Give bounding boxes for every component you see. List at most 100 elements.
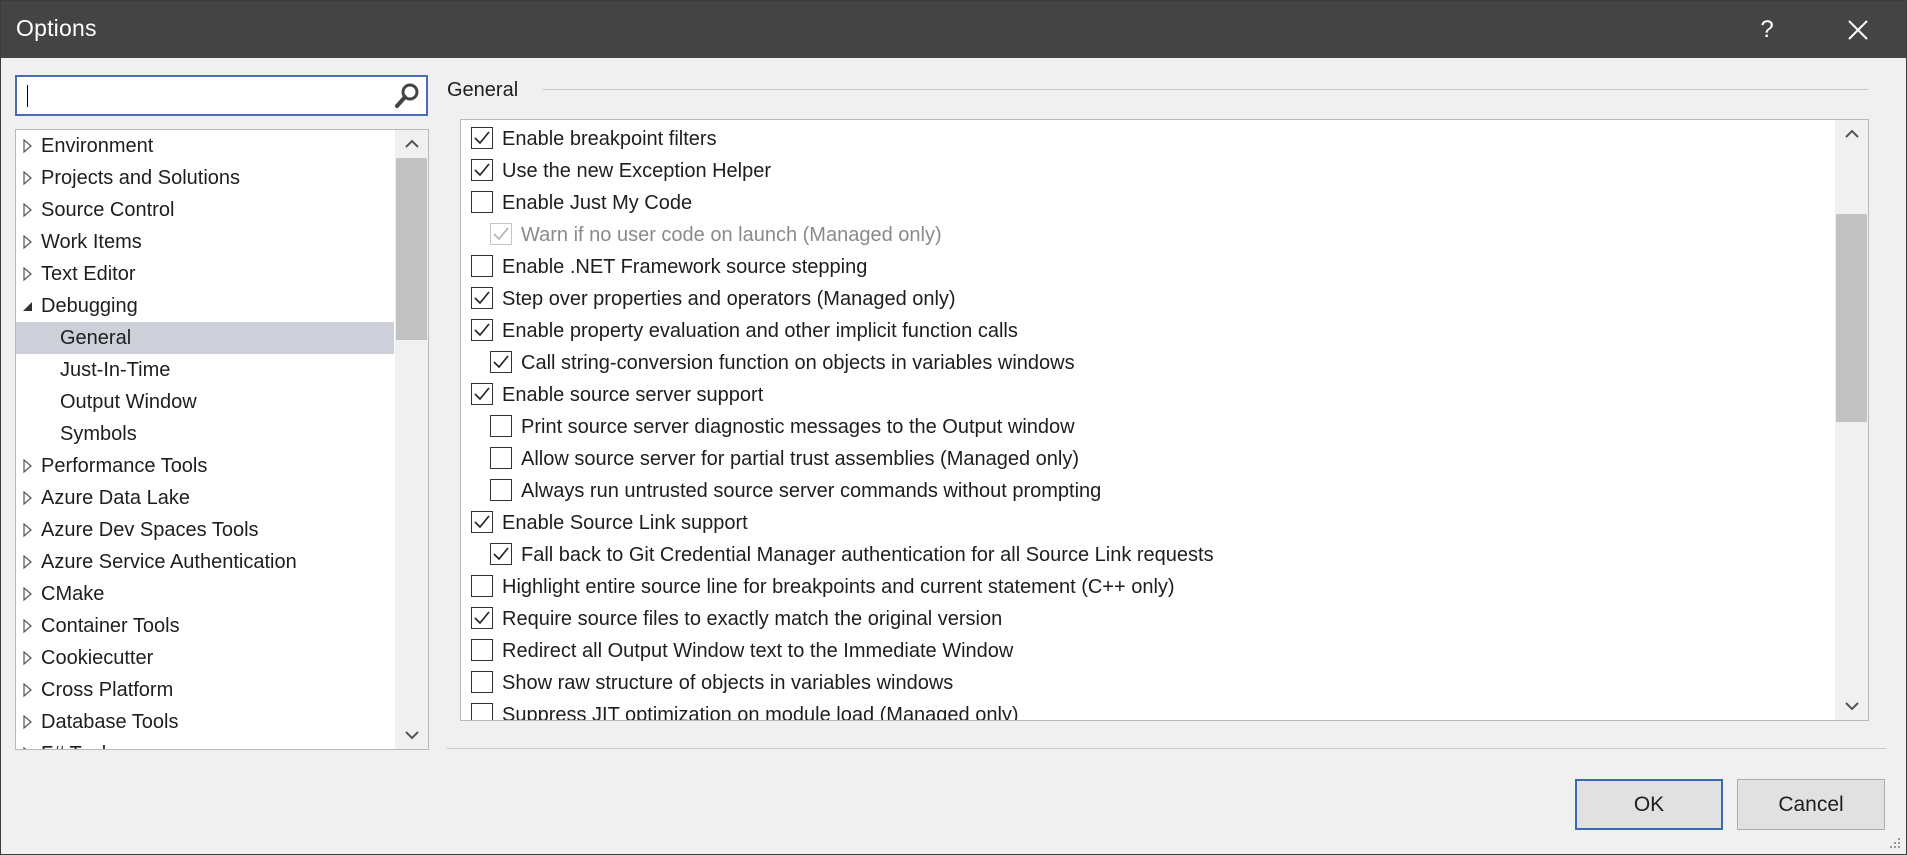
tree-item[interactable]: Just-In-Time	[16, 354, 394, 386]
resize-grip-icon[interactable]	[1886, 834, 1902, 850]
option-row[interactable]: Step over properties and operators (Mana…	[461, 283, 1831, 315]
option-row[interactable]: Use the new Exception Helper	[461, 155, 1831, 187]
tree-item-label: Symbols	[60, 423, 137, 445]
chevron-up-icon	[404, 139, 419, 148]
option-items: Enable breakpoint filters Use the new Exc…	[461, 123, 1831, 720]
collapsed-triangle-icon[interactable]	[22, 651, 34, 665]
help-button[interactable]: ?	[1739, 1, 1795, 58]
chevron-down-icon	[404, 731, 419, 740]
collapsed-triangle-icon[interactable]	[22, 203, 34, 217]
search-input[interactable]	[15, 75, 428, 116]
tree-item[interactable]: Source Control	[16, 194, 394, 226]
option-checkbox[interactable]	[490, 351, 512, 373]
ok-button[interactable]: OK	[1575, 779, 1723, 830]
option-checkbox[interactable]	[471, 127, 493, 149]
options-scroll-thumb[interactable]	[1836, 214, 1867, 422]
tree-scroll-thumb[interactable]	[396, 158, 427, 340]
option-row[interactable]: Enable source server support	[461, 379, 1831, 411]
option-row[interactable]: Enable property evaluation and other imp…	[461, 315, 1831, 347]
tree-item-label: Just-In-Time	[60, 359, 171, 381]
options-scrollbar[interactable]	[1835, 120, 1868, 720]
tree-item[interactable]: Symbols	[16, 418, 394, 450]
collapsed-triangle-icon[interactable]	[22, 523, 34, 537]
option-label: Redirect all Output Window text to the I…	[502, 640, 1014, 662]
section-divider	[543, 89, 1868, 90]
close-button[interactable]	[1830, 1, 1886, 58]
tree-item[interactable]: Azure Data Lake	[16, 482, 394, 514]
tree-scroll-up-button[interactable]	[395, 130, 428, 158]
option-checkbox[interactable]	[471, 383, 493, 405]
tree-item[interactable]: Output Window	[16, 386, 394, 418]
option-checkbox[interactable]	[490, 543, 512, 565]
option-checkbox[interactable]	[471, 703, 493, 720]
collapsed-triangle-icon[interactable]	[22, 683, 34, 697]
option-checkbox	[490, 223, 512, 245]
tree-item[interactable]: Cookiecutter	[16, 642, 394, 674]
expanded-triangle-icon[interactable]	[22, 299, 34, 313]
collapsed-triangle-icon[interactable]	[22, 235, 34, 249]
tree-item[interactable]: Text Editor	[16, 258, 394, 290]
collapsed-triangle-icon[interactable]	[22, 555, 34, 569]
tree-scroll-down-button[interactable]	[395, 721, 428, 749]
tree-item[interactable]: Database Tools	[16, 706, 394, 738]
tree-item-label: General	[60, 327, 132, 349]
collapsed-triangle-icon[interactable]	[22, 747, 34, 750]
options-scroll-down-button[interactable]	[1835, 692, 1868, 720]
tree-item[interactable]: Work Items	[16, 226, 394, 258]
tree-item[interactable]: CMake	[16, 578, 394, 610]
tree-item[interactable]: Performance Tools	[16, 450, 394, 482]
collapsed-triangle-icon[interactable]	[22, 459, 34, 473]
option-row[interactable]: Highlight entire source line for breakpo…	[461, 571, 1831, 603]
collapsed-triangle-icon[interactable]	[22, 715, 34, 729]
option-row[interactable]: Call string-conversion function on objec…	[461, 347, 1831, 379]
tree-item-label: Text Editor	[41, 263, 136, 285]
option-checkbox[interactable]	[471, 671, 493, 693]
tree-item[interactable]: Projects and Solutions	[16, 162, 394, 194]
option-checkbox[interactable]	[471, 287, 493, 309]
tree-item[interactable]: Azure Dev Spaces Tools	[16, 514, 394, 546]
option-checkbox[interactable]	[471, 191, 493, 213]
tree-item[interactable]: Container Tools	[16, 610, 394, 642]
option-row[interactable]: Print source server diagnostic messages …	[461, 411, 1831, 443]
cancel-button[interactable]: Cancel	[1737, 779, 1885, 830]
option-checkbox[interactable]	[471, 511, 493, 533]
collapsed-triangle-icon[interactable]	[22, 139, 34, 153]
option-checkbox[interactable]	[490, 415, 512, 437]
checkmark-icon	[474, 163, 490, 177]
collapsed-triangle-icon[interactable]	[22, 587, 34, 601]
option-row[interactable]: Enable breakpoint filters	[461, 123, 1831, 155]
option-row[interactable]: Enable .NET Framework source stepping	[461, 251, 1831, 283]
tree-item[interactable]: Debugging	[16, 290, 394, 322]
option-checkbox[interactable]	[471, 639, 493, 661]
option-row[interactable]: Enable Just My Code	[461, 187, 1831, 219]
tree-item-label: Azure Data Lake	[41, 487, 190, 509]
option-checkbox[interactable]	[471, 255, 493, 277]
tree-scrollbar[interactable]	[395, 130, 428, 749]
tree-item[interactable]: Environment	[16, 130, 394, 162]
option-checkbox[interactable]	[471, 319, 493, 341]
tree-item-label: Azure Dev Spaces Tools	[41, 519, 259, 541]
option-checkbox[interactable]	[471, 159, 493, 181]
option-row[interactable]: Require source files to exactly match th…	[461, 603, 1831, 635]
collapsed-triangle-icon[interactable]	[22, 171, 34, 185]
option-checkbox[interactable]	[490, 479, 512, 501]
option-row[interactable]: Show raw structure of objects in variabl…	[461, 667, 1831, 699]
collapsed-triangle-icon[interactable]	[22, 619, 34, 633]
option-checkbox[interactable]	[471, 607, 493, 629]
option-row[interactable]: Redirect all Output Window text to the I…	[461, 635, 1831, 667]
option-checkbox[interactable]	[490, 447, 512, 469]
option-row[interactable]: Suppress JIT optimization on module load…	[461, 699, 1831, 720]
tree-item[interactable]: F# Tools	[16, 738, 394, 750]
tree-item[interactable]: General	[16, 322, 394, 354]
tree-item[interactable]: Cross Platform	[16, 674, 394, 706]
options-scroll-up-button[interactable]	[1835, 120, 1868, 148]
option-row[interactable]: Always run untrusted source server comma…	[461, 475, 1831, 507]
collapsed-triangle-icon[interactable]	[22, 491, 34, 505]
tree-item[interactable]: Azure Service Authentication	[16, 546, 394, 578]
option-row[interactable]: Fall back to Git Credential Manager auth…	[461, 539, 1831, 571]
search-icon[interactable]	[392, 81, 422, 111]
option-checkbox[interactable]	[471, 575, 493, 597]
option-row[interactable]: Allow source server for partial trust as…	[461, 443, 1831, 475]
collapsed-triangle-icon[interactable]	[22, 267, 34, 281]
option-row[interactable]: Enable Source Link support	[461, 507, 1831, 539]
